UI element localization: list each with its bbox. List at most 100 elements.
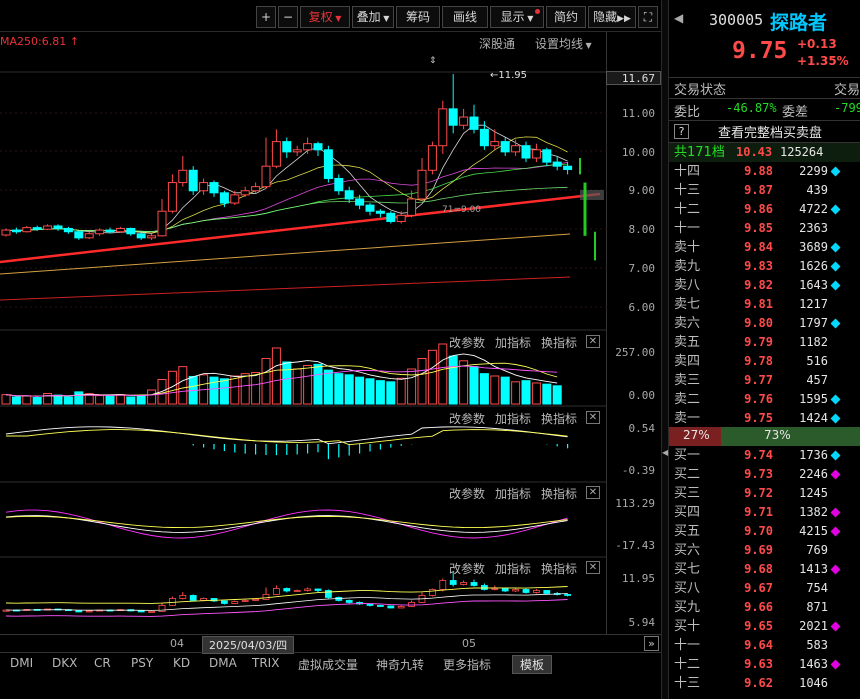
sell-level-row[interactable]: 卖一 9.75 1424 [669, 409, 860, 428]
chouma-button[interactable]: 筹码 [396, 6, 440, 28]
indicator-tab[interactable]: KD [173, 656, 190, 670]
gaicanshu-link[interactable]: 改参数 [449, 485, 485, 502]
mini-candle-body [137, 610, 145, 613]
jianyue-button[interactable]: 简约 [546, 6, 586, 28]
sell-level-row[interactable]: 十二 9.86 4722 [669, 200, 860, 219]
level-volume: 439 [806, 183, 828, 197]
sell-level-row[interactable]: 卖五 9.79 1182 [669, 333, 860, 352]
close-panel-icon[interactable]: ✕ [586, 335, 600, 348]
volume-bar [552, 385, 562, 405]
candle-body [22, 227, 32, 233]
collapse-arrow-icon[interactable]: ◀ [662, 448, 668, 457]
indicator-tab[interactable]: DMI [10, 656, 33, 670]
sell-level-row[interactable]: 十四 9.88 2299 [669, 162, 860, 181]
sell-level-row[interactable]: 十一 9.85 2363 [669, 219, 860, 238]
back-arrow-icon[interactable]: ◀ [674, 11, 683, 25]
buy-level-row[interactable]: 买二 9.73 2246 [669, 465, 860, 484]
xianshi-dropdown[interactable]: 显示 ▼ [490, 6, 544, 28]
buy-level-row[interactable]: 买八 9.67 754 [669, 579, 860, 598]
indicator-tab[interactable]: PSY [131, 656, 153, 670]
huanzhibiao-link[interactable]: 换指标 [541, 560, 577, 577]
candle-body [292, 149, 302, 153]
volume-bar [136, 395, 146, 405]
sell-level-row[interactable]: 卖九 9.83 1626 [669, 257, 860, 276]
volume-bar [115, 394, 125, 405]
indicator-tab[interactable]: 模板 [512, 655, 553, 674]
zoom-in-button[interactable]: + [256, 6, 276, 28]
panel-splitter[interactable]: ◀ [661, 0, 669, 699]
gaicanshu-link[interactable]: 改参数 [449, 334, 485, 351]
mini-candle-body [387, 605, 395, 609]
zoom-out-button[interactable]: − [278, 6, 298, 28]
buy-level-row[interactable]: 买三 9.72 1245 [669, 484, 860, 503]
sell-level-row[interactable]: 卖七 9.81 1217 [669, 295, 860, 314]
level-price: 9.68 [744, 562, 773, 576]
sell-level-row[interactable]: 卖三 9.77 457 [669, 371, 860, 390]
indicator-tab[interactable]: 更多指标 [443, 656, 491, 673]
gaicanshu-link[interactable]: 改参数 [449, 410, 485, 427]
candle-body [209, 182, 219, 194]
sell-level-row[interactable]: 卖十 9.84 3689 [669, 238, 860, 257]
huaxian-button[interactable]: 画线 [442, 6, 488, 28]
jiazhibiao-link[interactable]: 加指标 [495, 334, 531, 351]
fuquan-dropdown[interactable]: 复权 ▼ [300, 6, 350, 28]
sell-level-row[interactable]: 卖二 9.76 1595 [669, 390, 860, 409]
mini-candle-body [304, 588, 312, 591]
level-label: 卖八 [674, 278, 701, 293]
indicator-tab[interactable]: DKX [52, 656, 77, 670]
buy-level-row[interactable]: 买十 9.65 2021 [669, 617, 860, 636]
buy-level-row[interactable]: 买五 9.70 4215 [669, 522, 860, 541]
diejia-dropdown[interactable]: 叠加 ▼ [352, 6, 394, 28]
level-price: 9.84 [744, 240, 773, 254]
volume-bar [375, 380, 385, 405]
jiazhibiao-link[interactable]: 加指标 [495, 410, 531, 427]
sell-level-row[interactable]: 十三 9.87 439 [669, 181, 860, 200]
help-icon[interactable]: ? [674, 124, 689, 139]
buy-level-row[interactable]: 买四 9.71 1382 [669, 503, 860, 522]
divider [669, 98, 860, 99]
buy-level-row[interactable]: 十二 9.63 1463 [669, 655, 860, 674]
indicator-tab[interactable]: DMA [209, 656, 237, 670]
huanzhibiao-link[interactable]: 换指标 [541, 334, 577, 351]
sell-level-row[interactable]: 卖六 9.80 1797 [669, 314, 860, 333]
sell-level-row[interactable]: 卖四 9.78 516 [669, 352, 860, 371]
buy-level-row[interactable]: 十三 9.62 1046 [669, 674, 860, 693]
candle-body [427, 145, 437, 171]
buy-level-row[interactable]: 买六 9.69 769 [669, 541, 860, 560]
kline-chart-svg[interactable]: ←11.95 71=9.00 ⇕ [0, 32, 607, 634]
buy-level-row[interactable]: 买一 9.74 1736 [669, 446, 860, 465]
indicator-tab[interactable]: CR [94, 656, 111, 670]
buy-level-row[interactable]: 买九 9.66 871 [669, 598, 860, 617]
buy-level-row[interactable]: 十一 9.64 583 [669, 636, 860, 655]
volume-bar [500, 376, 510, 405]
indicator-tab[interactable]: 虚拟成交量 [298, 656, 358, 673]
level-price: 9.69 [744, 543, 773, 557]
level-label: 卖三 [674, 373, 701, 388]
sell-level-row[interactable]: 卖八 9.82 1643 [669, 276, 860, 295]
candle-body [459, 116, 469, 126]
indicator-tab[interactable]: TRIX [252, 656, 279, 670]
close-panel-icon[interactable]: ✕ [586, 486, 600, 499]
huanzhibiao-link[interactable]: 换指标 [541, 410, 577, 427]
candle-body [261, 165, 271, 188]
level-price: 9.70 [744, 524, 773, 538]
mini-candle-body [449, 580, 457, 585]
volume-bar [396, 377, 406, 405]
fullscreen-button[interactable]: ⛶ [638, 6, 658, 28]
level-volume: 1797 [799, 316, 828, 330]
change-marker-icon [830, 564, 841, 575]
jiazhibiao-link[interactable]: 加指标 [495, 560, 531, 577]
view-full-book-button[interactable]: 查看完整档买卖盘 [718, 122, 822, 141]
buy-level-row[interactable]: 买七 9.68 1413 [669, 560, 860, 579]
gaicanshu-link[interactable]: 改参数 [449, 560, 485, 577]
candle-body [344, 190, 354, 200]
jiazhibiao-link[interactable]: 加指标 [495, 485, 531, 502]
scroll-right-button[interactable]: » [644, 636, 659, 651]
close-panel-icon[interactable]: ✕ [586, 411, 600, 424]
time-axis: 04 2025/04/03/四 05 » [0, 634, 661, 654]
huanzhibiao-link[interactable]: 换指标 [541, 485, 577, 502]
close-panel-icon[interactable]: ✕ [586, 561, 600, 574]
chart-area[interactable]: + − 复权 ▼ 叠加 ▼ 筹码 画线 显示 ▼ 简约 隐藏▶▶ ⛶ MA250… [0, 0, 661, 699]
yincang-button[interactable]: 隐藏▶▶ [588, 6, 636, 28]
indicator-tab[interactable]: 神奇九转 [376, 656, 424, 673]
